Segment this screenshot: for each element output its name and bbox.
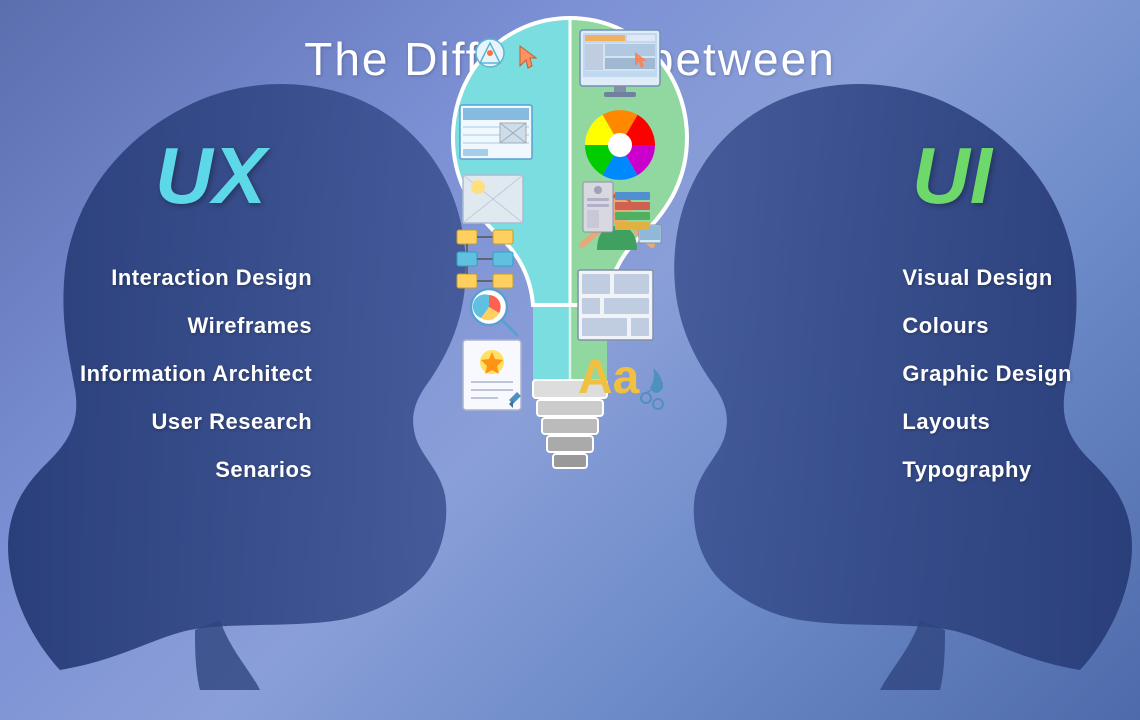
ux-item-5: Senarios [80,457,312,483]
ui-label: UI [912,130,992,222]
ui-item-2: Colours [902,313,1072,339]
ux-label: UX [155,130,266,222]
ux-item-1: Interaction Design [80,265,312,291]
ui-item-5: Typography [902,457,1072,483]
ux-items-list: Interaction Design Wireframes Informatio… [80,265,312,505]
ux-item-4: User Research [80,409,312,435]
text-layer: UX Interaction Design Wireframes Informa… [0,0,1140,720]
ui-item-1: Visual Design [902,265,1072,291]
light-bulb: Aa [400,10,740,590]
ux-item-2: Wireframes [80,313,312,339]
svg-text:Aa: Aa [578,351,640,404]
ux-item-3: Information Architect [80,361,312,387]
ui-items-list: Visual Design Colours Graphic Design Lay… [902,265,1072,505]
ui-item-4: Layouts [902,409,1072,435]
ui-item-3: Graphic Design [902,361,1072,387]
